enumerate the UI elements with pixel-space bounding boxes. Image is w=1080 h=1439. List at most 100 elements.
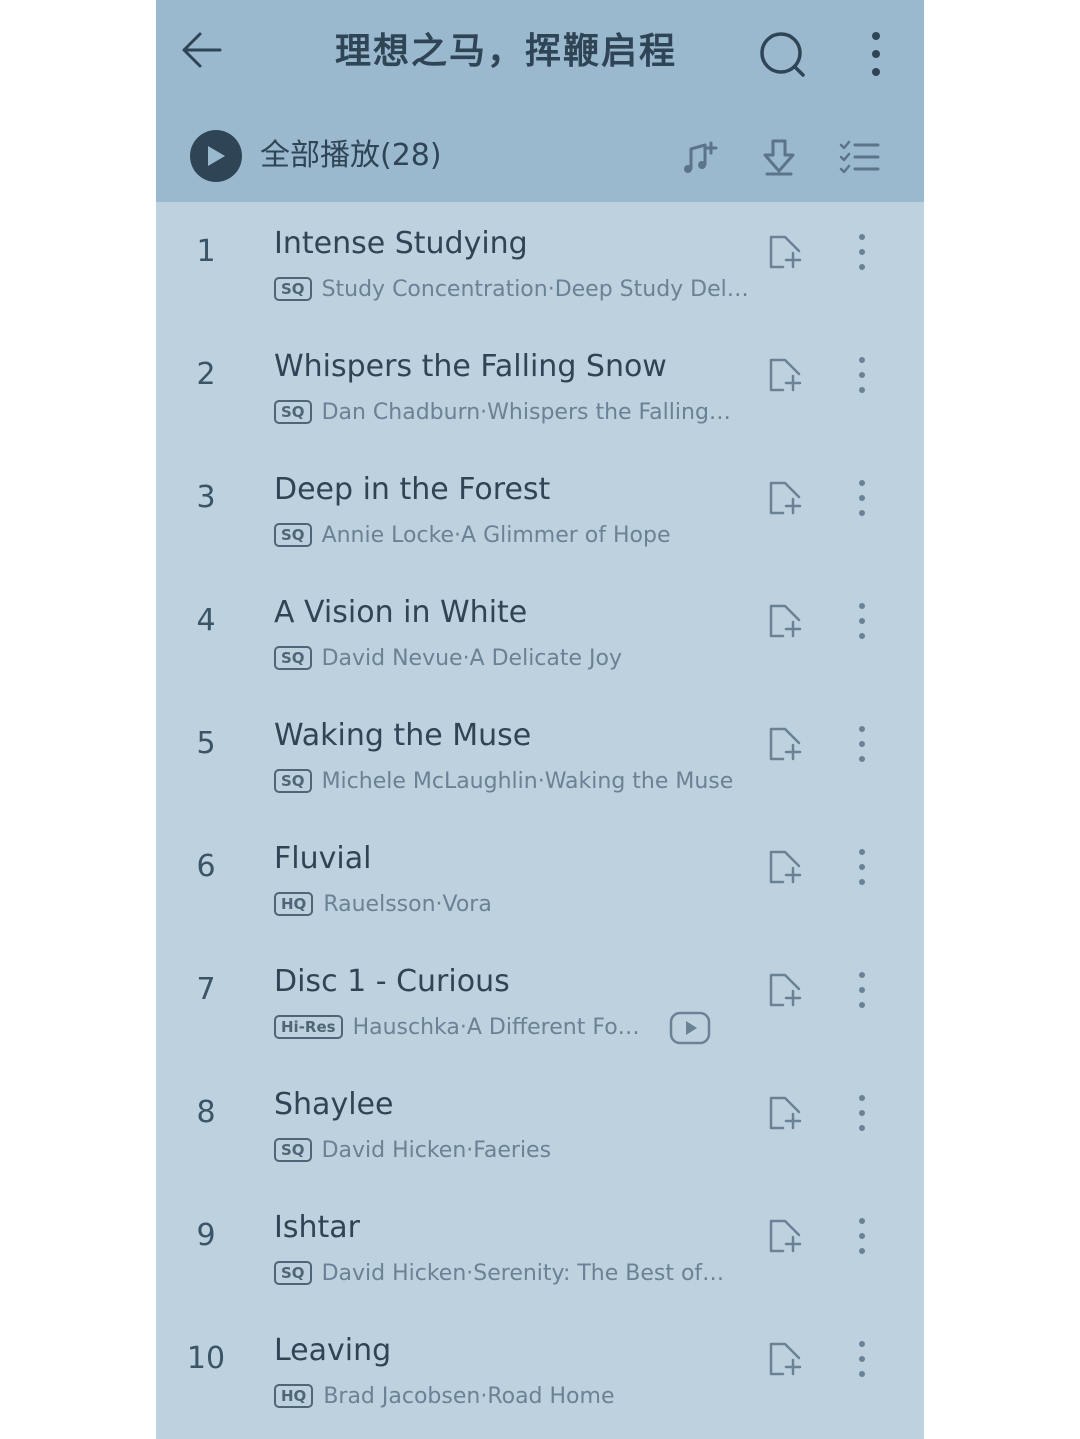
song-artist-album: Brad Jacobsen·Road Home xyxy=(323,1383,615,1409)
more-vertical-icon xyxy=(859,603,865,639)
more-vertical-icon xyxy=(859,1341,865,1377)
song-row[interactable]: 7 Disc 1 - Curious Hi-Res Hauschka·A Dif… xyxy=(156,940,924,1063)
song-subtitle: SQ David Hicken·Faeries xyxy=(274,1133,551,1167)
song-number: 4 xyxy=(196,603,216,638)
song-number: 8 xyxy=(196,1095,216,1130)
song-title: A Vision in White xyxy=(274,595,528,630)
quality-badge: HQ xyxy=(274,892,314,916)
add-to-playlist-icon xyxy=(769,973,802,1007)
add-to-playlist-button[interactable] xyxy=(764,599,808,643)
quality-badge: SQ xyxy=(274,277,312,301)
song-title: Shaylee xyxy=(274,1087,394,1122)
song-title: Deep in the Forest xyxy=(274,472,551,507)
download-button[interactable] xyxy=(756,134,802,180)
song-more-button[interactable] xyxy=(844,722,880,766)
add-to-playlist-button[interactable] xyxy=(764,1337,808,1381)
search-button[interactable] xyxy=(756,28,808,80)
song-more-button[interactable] xyxy=(844,968,880,1012)
song-more-button[interactable] xyxy=(844,476,880,520)
quality-badge: SQ xyxy=(274,646,312,670)
song-count: (28) xyxy=(380,138,442,173)
song-more-button[interactable] xyxy=(844,1091,880,1135)
song-title: Disc 1 - Curious xyxy=(274,964,510,999)
song-more-button[interactable] xyxy=(844,1214,880,1258)
add-to-playlist-button[interactable] xyxy=(764,1214,808,1258)
song-artist-album: David Nevue·A Delicate Joy xyxy=(321,645,622,671)
song-title: Whispers the Falling Snow xyxy=(274,349,667,384)
song-row[interactable]: 4 A Vision in White SQ David Nevue·A Del… xyxy=(156,571,924,694)
song-row[interactable]: 2 Whispers the Falling Snow SQ Dan Chadb… xyxy=(156,325,924,448)
add-to-playlist-button[interactable] xyxy=(764,230,808,274)
song-number: 7 xyxy=(196,972,216,1007)
music-video-button[interactable] xyxy=(668,1006,712,1050)
add-to-playlist-button[interactable] xyxy=(764,722,808,766)
song-subtitle: HQ Brad Jacobsen·Road Home xyxy=(274,1379,614,1413)
song-title: Intense Studying xyxy=(274,226,528,261)
more-vertical-icon xyxy=(859,849,865,885)
song-subtitle: Hi-Res Hauschka·A Different Fo… xyxy=(274,1010,640,1044)
back-button[interactable] xyxy=(178,26,226,74)
song-number: 10 xyxy=(186,1341,226,1376)
song-title: Waking the Muse xyxy=(274,718,532,753)
add-to-playlist-button[interactable] xyxy=(764,845,808,889)
more-vertical-icon xyxy=(859,972,865,1008)
multi-select-button[interactable] xyxy=(836,134,882,180)
add-to-playlist-button[interactable] xyxy=(764,1091,808,1135)
song-row[interactable]: 3 Deep in the Forest SQ Annie Locke·A Gl… xyxy=(156,448,924,571)
song-row[interactable]: 10 Leaving HQ Brad Jacobsen·Road Home xyxy=(156,1309,924,1432)
song-row[interactable]: 9 Ishtar SQ David Hicken·Serenity: The B… xyxy=(156,1186,924,1309)
add-to-playlist-icon xyxy=(769,604,802,638)
more-button[interactable] xyxy=(856,28,896,80)
song-artist-album: Michele McLaughlin·Waking the Muse xyxy=(321,768,734,794)
song-more-button[interactable] xyxy=(844,230,880,274)
song-more-button[interactable] xyxy=(844,353,880,397)
song-artist-album: Annie Locke·A Glimmer of Hope xyxy=(321,522,671,548)
song-subtitle: SQ Annie Locke·A Glimmer of Hope xyxy=(274,518,671,552)
song-title: Fluvial xyxy=(274,841,372,876)
arrow-left-icon xyxy=(182,32,222,68)
download-icon xyxy=(763,139,795,176)
add-to-playlist-icon xyxy=(769,481,802,515)
song-number: 6 xyxy=(196,849,216,884)
add-to-playlist-button[interactable] xyxy=(764,353,808,397)
more-vertical-icon xyxy=(859,234,865,270)
song-title: Ishtar xyxy=(274,1210,360,1245)
song-more-button[interactable] xyxy=(844,845,880,889)
add-to-playlist-button[interactable] xyxy=(676,134,722,180)
song-subtitle: HQ Rauelsson·Vora xyxy=(274,887,492,921)
song-subtitle: SQ David Nevue·A Delicate Joy xyxy=(274,641,622,675)
add-to-playlist-icon xyxy=(769,727,802,761)
add-to-playlist-icon xyxy=(769,1219,802,1253)
play-all-label[interactable]: 全部播放 (28) xyxy=(260,134,442,178)
song-more-button[interactable] xyxy=(844,599,880,643)
song-artist-album: Dan Chadburn·Whispers the Falling… xyxy=(321,399,731,425)
song-subtitle: SQ Study Concentration·Deep Study Del… xyxy=(274,272,749,306)
song-subtitle: SQ Dan Chadburn·Whispers the Falling… xyxy=(274,395,731,429)
more-vertical-icon xyxy=(859,726,865,762)
song-row[interactable]: 5 Waking the Muse SQ Michele McLaughlin·… xyxy=(156,694,924,817)
song-row[interactable]: 8 Shaylee SQ David Hicken·Faeries xyxy=(156,1063,924,1186)
multi-select-list-icon xyxy=(839,140,880,174)
song-row[interactable]: 1 Intense Studying SQ Study Concentratio… xyxy=(156,202,924,325)
play-all-button[interactable] xyxy=(190,130,242,182)
song-more-button[interactable] xyxy=(844,1337,880,1381)
play-all-bar: 全部播放 (28) xyxy=(156,120,924,194)
song-artist-album: David Hicken·Faeries xyxy=(321,1137,552,1163)
play-icon xyxy=(208,146,225,166)
add-to-playlist-button[interactable] xyxy=(764,476,808,520)
add-to-playlist-button[interactable] xyxy=(764,968,808,1012)
song-title: Leaving xyxy=(274,1333,392,1368)
quality-badge: SQ xyxy=(274,400,312,424)
song-number: 5 xyxy=(196,726,216,761)
add-to-playlist-icon xyxy=(769,235,802,269)
quality-badge: SQ xyxy=(274,1261,312,1285)
play-all-text: 全部播放 xyxy=(260,138,380,173)
song-number: 1 xyxy=(196,234,216,269)
song-number: 3 xyxy=(196,480,216,515)
quality-badge: SQ xyxy=(274,1138,312,1162)
song-number: 9 xyxy=(196,1218,216,1253)
add-to-playlist-icon xyxy=(769,358,802,392)
quality-badge: SQ xyxy=(274,769,312,793)
song-row[interactable]: 6 Fluvial HQ Rauelsson·Vora xyxy=(156,817,924,940)
song-artist-album: David Hicken·Serenity: The Best of… xyxy=(321,1260,725,1286)
